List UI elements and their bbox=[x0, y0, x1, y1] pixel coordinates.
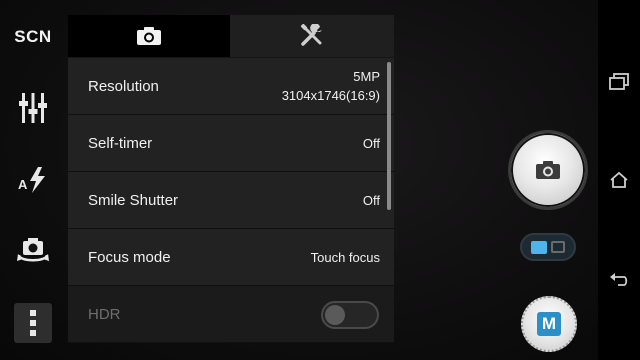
setting-smile-shutter[interactable]: Smile Shutter Off bbox=[68, 172, 394, 229]
shutter-button[interactable] bbox=[508, 130, 588, 210]
manual-mode-label: M bbox=[537, 312, 561, 336]
sliders-icon bbox=[19, 93, 47, 123]
recent-apps-icon bbox=[609, 73, 629, 90]
setting-label: HDR bbox=[88, 305, 121, 323]
back-icon bbox=[610, 273, 628, 286]
setting-label: Smile Shutter bbox=[88, 191, 179, 209]
setting-value: Touch focus bbox=[310, 249, 380, 265]
tab-general-settings[interactable] bbox=[230, 15, 394, 57]
recent-apps-button[interactable] bbox=[598, 62, 640, 102]
switch-camera-button[interactable] bbox=[0, 230, 66, 274]
manual-mode-button[interactable]: M bbox=[521, 296, 577, 352]
resolution-dimensions: 3104x1746(16:9) bbox=[281, 88, 380, 103]
camera-icon bbox=[137, 27, 161, 45]
photo-mode-icon bbox=[531, 240, 547, 254]
system-navigation-bar bbox=[598, 0, 640, 360]
settings-tabs bbox=[68, 15, 394, 57]
tools-icon bbox=[300, 24, 322, 46]
scene-button[interactable]: SCN bbox=[0, 22, 66, 52]
tab-camera-settings[interactable] bbox=[68, 15, 230, 57]
home-icon bbox=[610, 171, 628, 188]
settings-list: Resolution 5MP 3104x1746(16:9) Self-time… bbox=[68, 58, 394, 343]
flash-button[interactable]: A bbox=[0, 160, 66, 200]
switch-camera-icon bbox=[17, 238, 49, 262]
setting-label: Self-timer bbox=[88, 134, 153, 152]
left-toolbar: SCN A bbox=[0, 0, 66, 360]
setting-resolution[interactable]: Resolution 5MP 3104x1746(16:9) bbox=[68, 58, 394, 115]
video-mode-icon bbox=[551, 241, 565, 253]
setting-label: Resolution bbox=[88, 77, 159, 95]
more-vertical-icon bbox=[30, 310, 36, 336]
home-button[interactable] bbox=[598, 160, 640, 200]
setting-value: Off bbox=[362, 192, 380, 208]
setting-self-timer[interactable]: Self-timer Off bbox=[68, 115, 394, 172]
settings-panel: Resolution 5MP 3104x1746(16:9) Self-time… bbox=[68, 15, 394, 343]
scene-label: SCN bbox=[14, 27, 52, 46]
photo-video-switch[interactable] bbox=[520, 233, 576, 261]
sliders-button[interactable] bbox=[0, 88, 66, 128]
hdr-toggle[interactable] bbox=[321, 301, 379, 329]
resolution-megapixels: 5MP bbox=[353, 69, 380, 84]
setting-value: Off bbox=[362, 135, 380, 151]
setting-value: 5MP 3104x1746(16:9) bbox=[282, 67, 380, 105]
setting-hdr[interactable]: HDR bbox=[68, 286, 394, 343]
toggle-knob bbox=[325, 305, 345, 325]
more-options-button[interactable] bbox=[14, 303, 52, 343]
setting-focus-mode[interactable]: Focus mode Touch focus bbox=[68, 229, 394, 286]
auto-flash-icon: A bbox=[18, 167, 45, 193]
settings-scrollbar[interactable] bbox=[387, 62, 391, 210]
back-button[interactable] bbox=[598, 260, 640, 300]
setting-label: Focus mode bbox=[88, 248, 171, 266]
camera-icon bbox=[536, 161, 560, 179]
svg-text:A: A bbox=[18, 177, 28, 192]
